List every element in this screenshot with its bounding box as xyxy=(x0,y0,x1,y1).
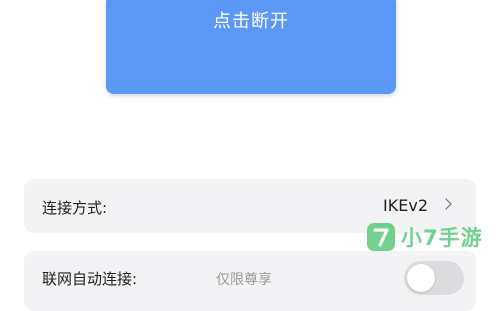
chevron-right-icon xyxy=(440,198,452,210)
disconnect-button[interactable]: 点击断开 xyxy=(106,0,396,94)
auto-connect-row: 联网自动连接: 仅限尊享 xyxy=(24,251,476,311)
disconnect-button-label: 点击断开 xyxy=(213,11,289,32)
watermark-logo: 小7手游 xyxy=(367,222,483,252)
auto-connect-label: 联网自动连接: xyxy=(42,270,138,288)
connection-method-label: 连接方式: xyxy=(42,199,108,217)
toggle-knob xyxy=(407,264,435,292)
connection-method-value: IKEv2 xyxy=(383,196,428,215)
auto-connect-toggle[interactable] xyxy=(404,261,464,295)
auto-connect-hint: 仅限尊享 xyxy=(216,272,272,288)
watermark-badge-icon xyxy=(367,223,395,251)
watermark-text: 小7手游 xyxy=(401,226,483,250)
